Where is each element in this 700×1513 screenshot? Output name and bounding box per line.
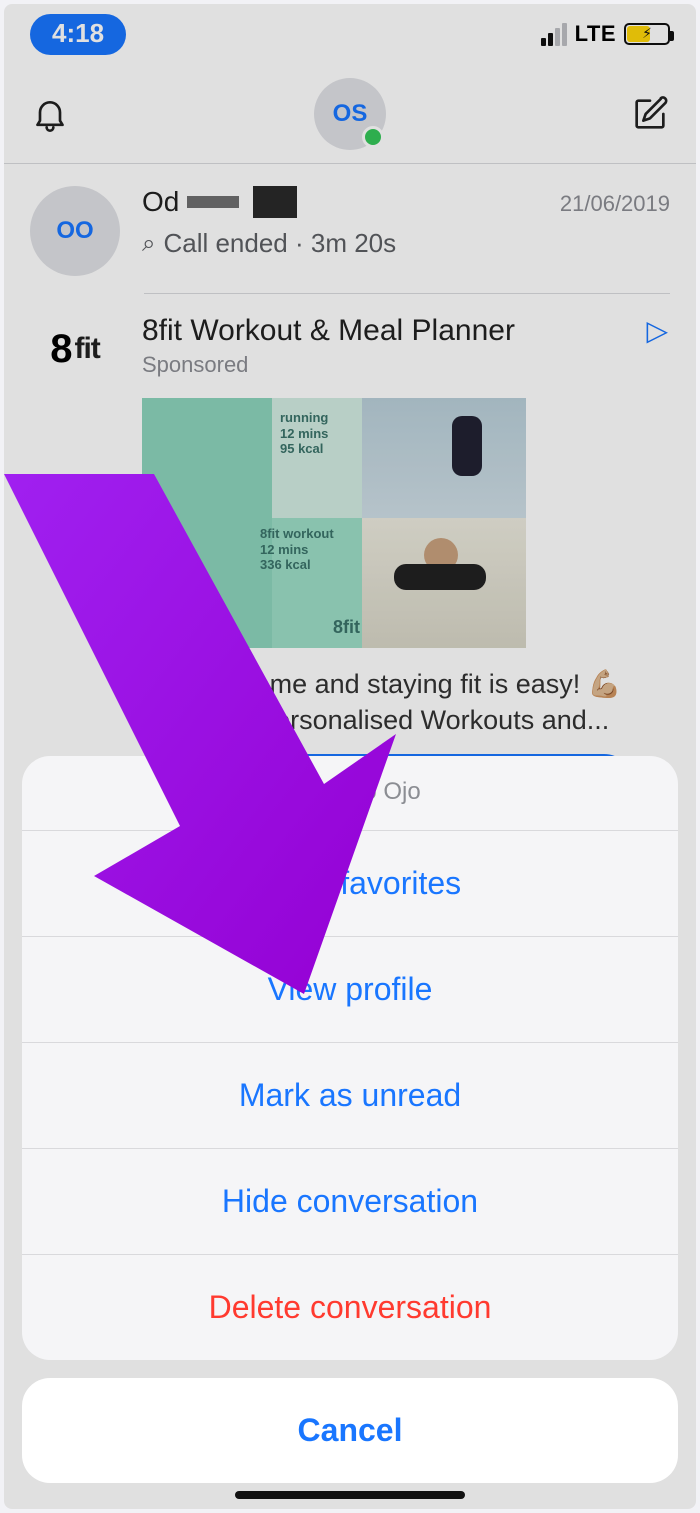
- action-mark-unread[interactable]: Mark as unread: [22, 1043, 678, 1149]
- home-indicator[interactable]: [235, 1491, 465, 1499]
- action-sheet: Odunayo Ojo Add to favorites View profil…: [22, 756, 678, 1360]
- contact-name: Od: [142, 186, 297, 218]
- sponsored-label: Sponsored: [142, 352, 670, 378]
- ad-image: running 12 mins 95 kcal 8fit workout 12 …: [142, 398, 632, 648]
- my-avatar-initials: OS: [333, 100, 368, 128]
- my-avatar[interactable]: OS: [314, 78, 386, 150]
- compose-icon[interactable]: [630, 94, 670, 134]
- adchoices-icon[interactable]: ▷: [646, 314, 668, 347]
- redacted-icon: [187, 196, 239, 208]
- battery-icon: ⚡︎: [624, 23, 670, 45]
- cancel-button[interactable]: Cancel: [22, 1378, 678, 1483]
- signal-icon: [541, 23, 567, 46]
- presence-online-icon: [362, 126, 384, 148]
- conversation-date: 21/06/2019: [560, 191, 670, 217]
- action-delete-conversation[interactable]: Delete conversation: [22, 1255, 678, 1360]
- conversation-subtitle: ⌕ Call ended · 3m 20s: [142, 228, 670, 259]
- call-ended-icon: ⌕: [142, 230, 155, 258]
- status-bar: 4:18 LTE ⚡︎: [4, 4, 696, 64]
- ad-title: 8fit Workout & Meal Planner: [142, 314, 670, 348]
- redacted-icon: [253, 186, 297, 218]
- sheet-title: Odunayo Ojo: [22, 756, 678, 831]
- network-type: LTE: [575, 21, 616, 47]
- action-hide-conversation[interactable]: Hide conversation: [22, 1149, 678, 1255]
- contact-avatar: OO: [30, 186, 120, 276]
- status-time: 4:18: [30, 14, 126, 55]
- ad-logo: 8fit: [30, 320, 120, 378]
- notifications-icon[interactable]: [30, 94, 70, 134]
- action-add-favorites[interactable]: Add to favorites: [22, 831, 678, 937]
- action-view-profile[interactable]: View profile: [22, 937, 678, 1043]
- contact-initials: OO: [56, 217, 93, 245]
- conversation-row[interactable]: OO Od 21/06/2019 ⌕ Call ended · 3m 20s: [4, 164, 696, 276]
- ad-description: Staying home and staying fit is easy! 💪🏼…: [142, 666, 670, 738]
- app-header: OS: [4, 64, 696, 164]
